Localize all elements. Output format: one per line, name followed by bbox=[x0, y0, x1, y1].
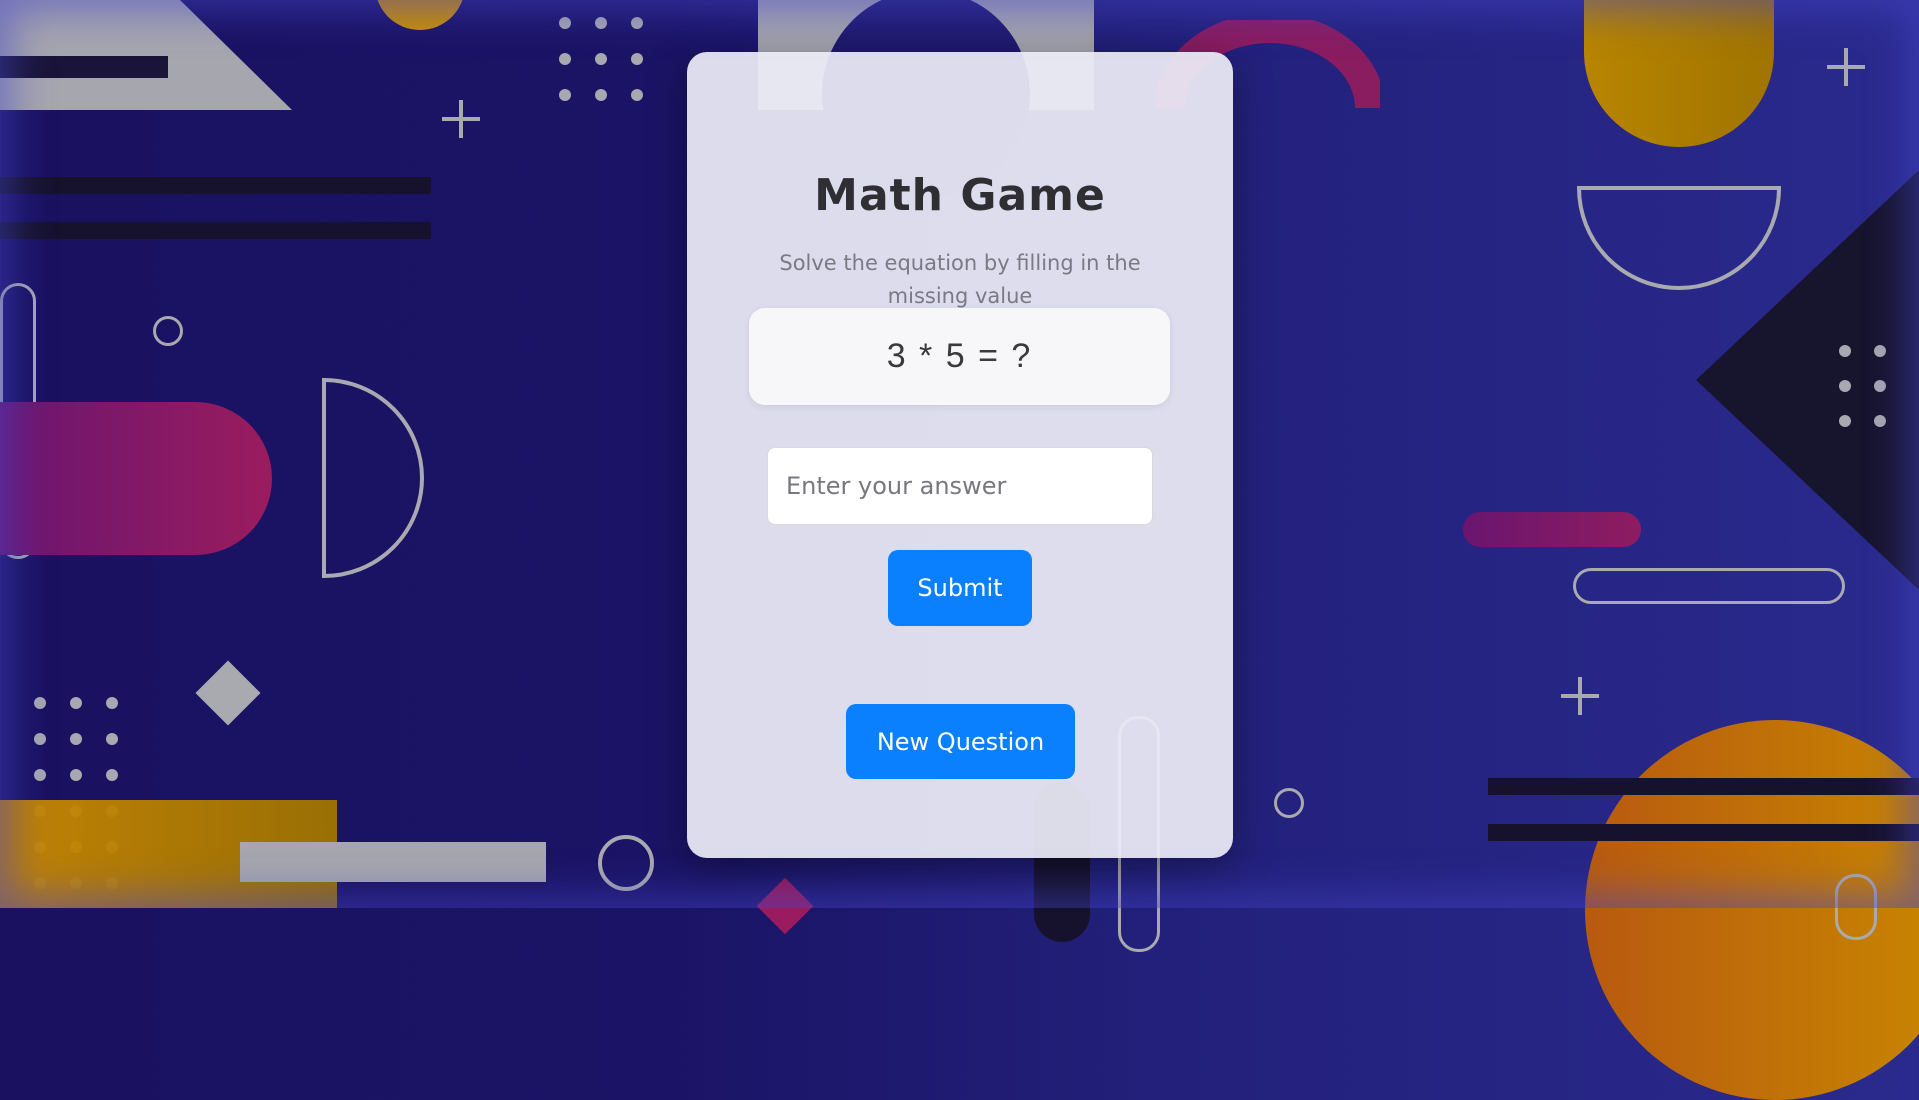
pill-outline-shape bbox=[1835, 874, 1877, 940]
dot-grid-right bbox=[1839, 345, 1886, 427]
dark-bar-shape bbox=[1488, 824, 1919, 841]
math-game-card: Math Game Solve the equation by filling … bbox=[687, 52, 1233, 858]
magenta-capsule-shape bbox=[0, 402, 272, 555]
magenta-bar-shape bbox=[1463, 512, 1641, 547]
yellow-capsule-shape bbox=[1584, 0, 1774, 147]
diamond-shape bbox=[195, 660, 261, 726]
pill-outline-shape bbox=[1573, 568, 1845, 604]
answer-input[interactable] bbox=[767, 447, 1153, 525]
ring-shape bbox=[1274, 788, 1304, 818]
submit-button[interactable]: Submit bbox=[888, 550, 1032, 626]
plus-shape bbox=[1827, 48, 1865, 86]
dot-grid-top bbox=[559, 17, 643, 101]
half-circle-outline-shape bbox=[322, 377, 424, 579]
plus-shape bbox=[1561, 677, 1599, 715]
plus-shape bbox=[442, 100, 480, 138]
gray-bar-shape bbox=[240, 842, 546, 882]
dark-bar-shape bbox=[0, 222, 431, 239]
instructions-text: Solve the equation by filling in the mis… bbox=[779, 251, 1141, 308]
dark-bar-shape bbox=[1488, 778, 1919, 795]
dark-bar-shape bbox=[0, 177, 431, 194]
new-question-button[interactable]: New Question bbox=[846, 704, 1075, 779]
dark-bar-shape bbox=[0, 56, 168, 78]
ring-shape bbox=[598, 835, 654, 891]
ring-shape bbox=[153, 316, 183, 346]
page-title: Math Game bbox=[814, 170, 1106, 221]
equation-text: 3 * 5 = ? bbox=[886, 337, 1033, 375]
yellow-arc-shape bbox=[375, 0, 465, 30]
magenta-diamond-shape bbox=[756, 877, 814, 935]
equation-display: 3 * 5 = ? bbox=[749, 308, 1170, 405]
